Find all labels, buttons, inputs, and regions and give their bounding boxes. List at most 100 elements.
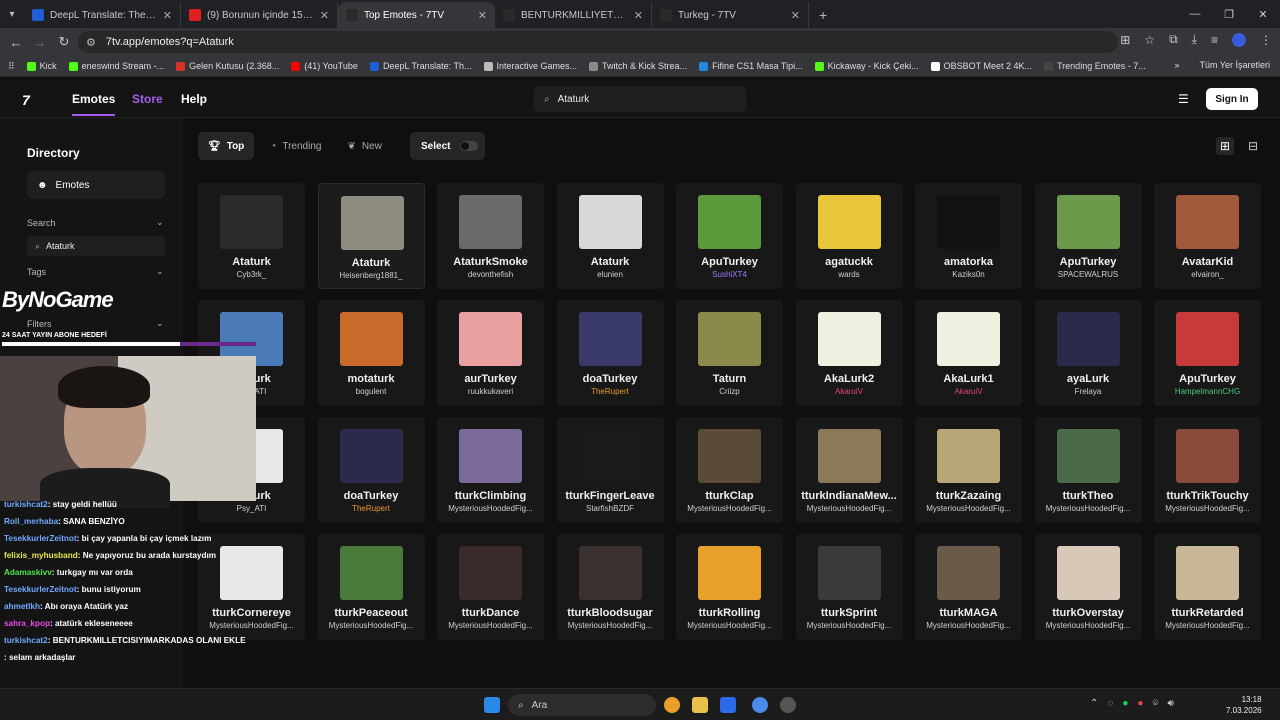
- site-search-input[interactable]: ⌕ Ataturk: [534, 86, 746, 112]
- emote-card[interactable]: tturkOverstay MysteriousHoodedFig...: [1034, 534, 1142, 640]
- 7tv-logo[interactable]: 7: [22, 92, 30, 108]
- bookmark-item[interactable]: Twitch & Kick Strea...: [589, 61, 687, 71]
- filter-new-button[interactable]: ❦ New: [337, 132, 391, 160]
- close-tab-icon[interactable]: ✕: [478, 9, 487, 22]
- chevron-up-icon[interactable]: ⌃: [1090, 698, 1098, 709]
- bookmark-item[interactable]: DeepL Translate: Th...: [369, 61, 472, 71]
- network-icon[interactable]: ⌾: [1152, 698, 1158, 709]
- emote-card[interactable]: doaTurkey TheRupert: [317, 417, 425, 523]
- bookmark-item[interactable]: eneswind Stream -...: [68, 61, 164, 71]
- bookmark-item[interactable]: Kickaway - Kick Çeki...: [814, 61, 919, 71]
- browser-tab[interactable]: BENTURKMILLIYETCISIYIMARKA ✕: [495, 2, 652, 28]
- spotify-icon[interactable]: ●: [1122, 698, 1128, 709]
- close-tab-icon[interactable]: ✕: [163, 9, 172, 22]
- sidebar-search-input[interactable]: ⌕ Ataturk: [27, 236, 165, 256]
- emote-card[interactable]: tturkRetarded MysteriousHoodedFig...: [1154, 534, 1261, 640]
- emote-card[interactable]: Ataturk elunien: [556, 183, 664, 289]
- emote-card[interactable]: amatorka Kaziks0n: [915, 183, 1022, 289]
- new-tab-button[interactable]: +: [809, 2, 837, 28]
- emote-card[interactable]: agatuckk wards: [795, 183, 903, 289]
- chevron-down-icon[interactable]: ⌄: [156, 217, 164, 228]
- chevron-down-icon[interactable]: ⌄: [156, 318, 164, 329]
- hamburger-menu-icon[interactable]: ☰: [1178, 92, 1189, 106]
- apps-icon[interactable]: ⠿: [8, 61, 15, 72]
- emote-card[interactable]: AtaturkSmoke devonthefish: [437, 183, 544, 289]
- emote-card[interactable]: tturkDance MysteriousHoodedFig...: [437, 534, 544, 640]
- bookmark-item[interactable]: Trending Emotes - 7...: [1044, 61, 1146, 71]
- tab-search-icon[interactable]: ▾: [0, 0, 24, 28]
- store-icon[interactable]: [720, 697, 736, 713]
- browser-tab[interactable]: (9) Borunun içinde 15 temmuz ✕: [181, 2, 338, 28]
- emote-card[interactable]: ayaLurk Frelaya: [1034, 300, 1142, 406]
- volume-icon[interactable]: 🔊︎: [1167, 698, 1173, 709]
- emote-card[interactable]: tturkBloodsugar MysteriousHoodedFig...: [556, 534, 664, 640]
- emote-card[interactable]: tturkIndianaMew... MysteriousHoodedFig...: [795, 417, 903, 523]
- bookmark-item[interactable]: Gelen Kutusu (2.368...: [176, 61, 279, 71]
- file-explorer-icon[interactable]: [692, 697, 708, 713]
- grid-view-icon[interactable]: ⊞: [1216, 137, 1235, 155]
- emote-card[interactable]: doaTurkey TheRupert: [556, 300, 664, 406]
- emote-card[interactable]: Taturn Criizp: [676, 300, 783, 406]
- close-window-icon[interactable]: ✕: [1246, 0, 1280, 28]
- close-tab-icon[interactable]: ✕: [320, 9, 329, 22]
- maximize-icon[interactable]: ❐: [1212, 0, 1246, 28]
- emote-card[interactable]: tturkZazaing MysteriousHoodedFig...: [915, 417, 1022, 523]
- emote-card[interactable]: tturkRolling MysteriousHoodedFig...: [676, 534, 783, 640]
- chrome-icon[interactable]: [664, 697, 680, 713]
- emote-card[interactable]: Ataturk Heisenberg1881_: [317, 183, 425, 289]
- emote-card[interactable]: AkaLurk2 AkaruiV: [795, 300, 903, 406]
- emote-card[interactable]: tturkFingerLeave StarfishBZDF: [556, 417, 664, 523]
- profile-avatar[interactable]: [1232, 32, 1246, 47]
- all-bookmarks-link[interactable]: Tüm Yer İşaretleri: [1199, 60, 1270, 70]
- emote-card[interactable]: tturkClimbing MysteriousHoodedFig...: [437, 417, 544, 523]
- emote-card[interactable]: ApuTurkey SPACEWALRUS: [1034, 183, 1142, 289]
- bookmark-star-icon[interactable]: ☆: [1144, 33, 1155, 47]
- windows-start-icon[interactable]: [484, 697, 500, 713]
- emote-card[interactable]: tturkPeaceout MysteriousHoodedFig...: [317, 534, 425, 640]
- emote-card[interactable]: AvatarKid elvairon_: [1154, 183, 1261, 289]
- emote-card[interactable]: tturkTheo MysteriousHoodedFig...: [1034, 417, 1142, 523]
- app-icon[interactable]: [780, 697, 796, 713]
- emote-card[interactable]: ApuTurkey SushiXT4: [676, 183, 783, 289]
- site-info-icon[interactable]: ⚙: [86, 36, 96, 49]
- emote-card[interactable]: tturkTrikTouchy MysteriousHoodedFig...: [1154, 417, 1261, 523]
- bookmark-item[interactable]: (41) YouTube: [291, 61, 358, 71]
- system-clock[interactable]: 13:18 7.03.2026: [1226, 694, 1262, 716]
- bookmark-item[interactable]: OBSBOT Meet 2 4K...: [930, 61, 1032, 71]
- emote-card[interactable]: tturkSprint MysteriousHoodedFig...: [795, 534, 903, 640]
- compact-grid-icon[interactable]: ⊟: [1248, 139, 1258, 153]
- close-tab-icon[interactable]: ✕: [791, 9, 800, 22]
- emote-card[interactable]: aurTurkey ruukkukaveri: [437, 300, 544, 406]
- browser-tab[interactable]: Turkeg - 7TV ✕: [652, 2, 809, 28]
- media-icon[interactable]: ≡: [1211, 33, 1218, 47]
- emote-card[interactable]: tturkClap MysteriousHoodedFig...: [676, 417, 783, 523]
- filter-top-button[interactable]: 🏆︎ Top: [198, 132, 255, 160]
- emote-card[interactable]: tturkMAGA MysteriousHoodedFig...: [915, 534, 1022, 640]
- browser-tab[interactable]: DeepL Translate: The world's m ✕: [24, 2, 181, 28]
- back-icon[interactable]: ←: [4, 35, 28, 50]
- reload-icon[interactable]: ↻: [52, 34, 76, 50]
- nav-store[interactable]: Store: [132, 92, 163, 106]
- minimize-icon[interactable]: —: [1178, 0, 1212, 28]
- tray-app-icon[interactable]: ◌: [1107, 698, 1113, 709]
- taskbar-search[interactable]: ⌕ Ara: [508, 694, 656, 716]
- emote-card[interactable]: Ataturk Cyb3rk_: [198, 183, 305, 289]
- extensions-icon[interactable]: ⧉: [1169, 32, 1178, 47]
- bookmark-item[interactable]: Interactive Games...: [483, 61, 577, 71]
- sidebar-item-emotes[interactable]: ☻ Emotes: [27, 171, 165, 199]
- filter-trending-button[interactable]: ◔ Trending: [260, 132, 331, 160]
- chevron-down-icon[interactable]: ⌄: [156, 266, 164, 277]
- sign-in-button[interactable]: Sign In: [1206, 88, 1258, 110]
- chrome-menu-icon[interactable]: ⋮: [1260, 33, 1272, 47]
- emote-card[interactable]: AkaLurk1 AkaruiV: [915, 300, 1022, 406]
- bookmark-item[interactable]: Kick: [26, 61, 57, 71]
- close-tab-icon[interactable]: ✕: [634, 9, 643, 22]
- nav-help[interactable]: Help: [181, 92, 207, 106]
- emote-card[interactable]: ApuTurkey HampelmannCHG: [1154, 300, 1261, 406]
- address-bar[interactable]: ⚙ 7tv.app/emotes?q=Ataturk: [78, 31, 1118, 53]
- bookmark-item[interactable]: Fifine CS1 Masa Tipi...: [699, 61, 803, 71]
- forward-icon[interactable]: →: [28, 35, 52, 50]
- record-icon[interactable]: ●: [1137, 698, 1143, 709]
- emote-card[interactable]: motaturk bogulent: [317, 300, 425, 406]
- select-toggle[interactable]: Select: [410, 132, 485, 160]
